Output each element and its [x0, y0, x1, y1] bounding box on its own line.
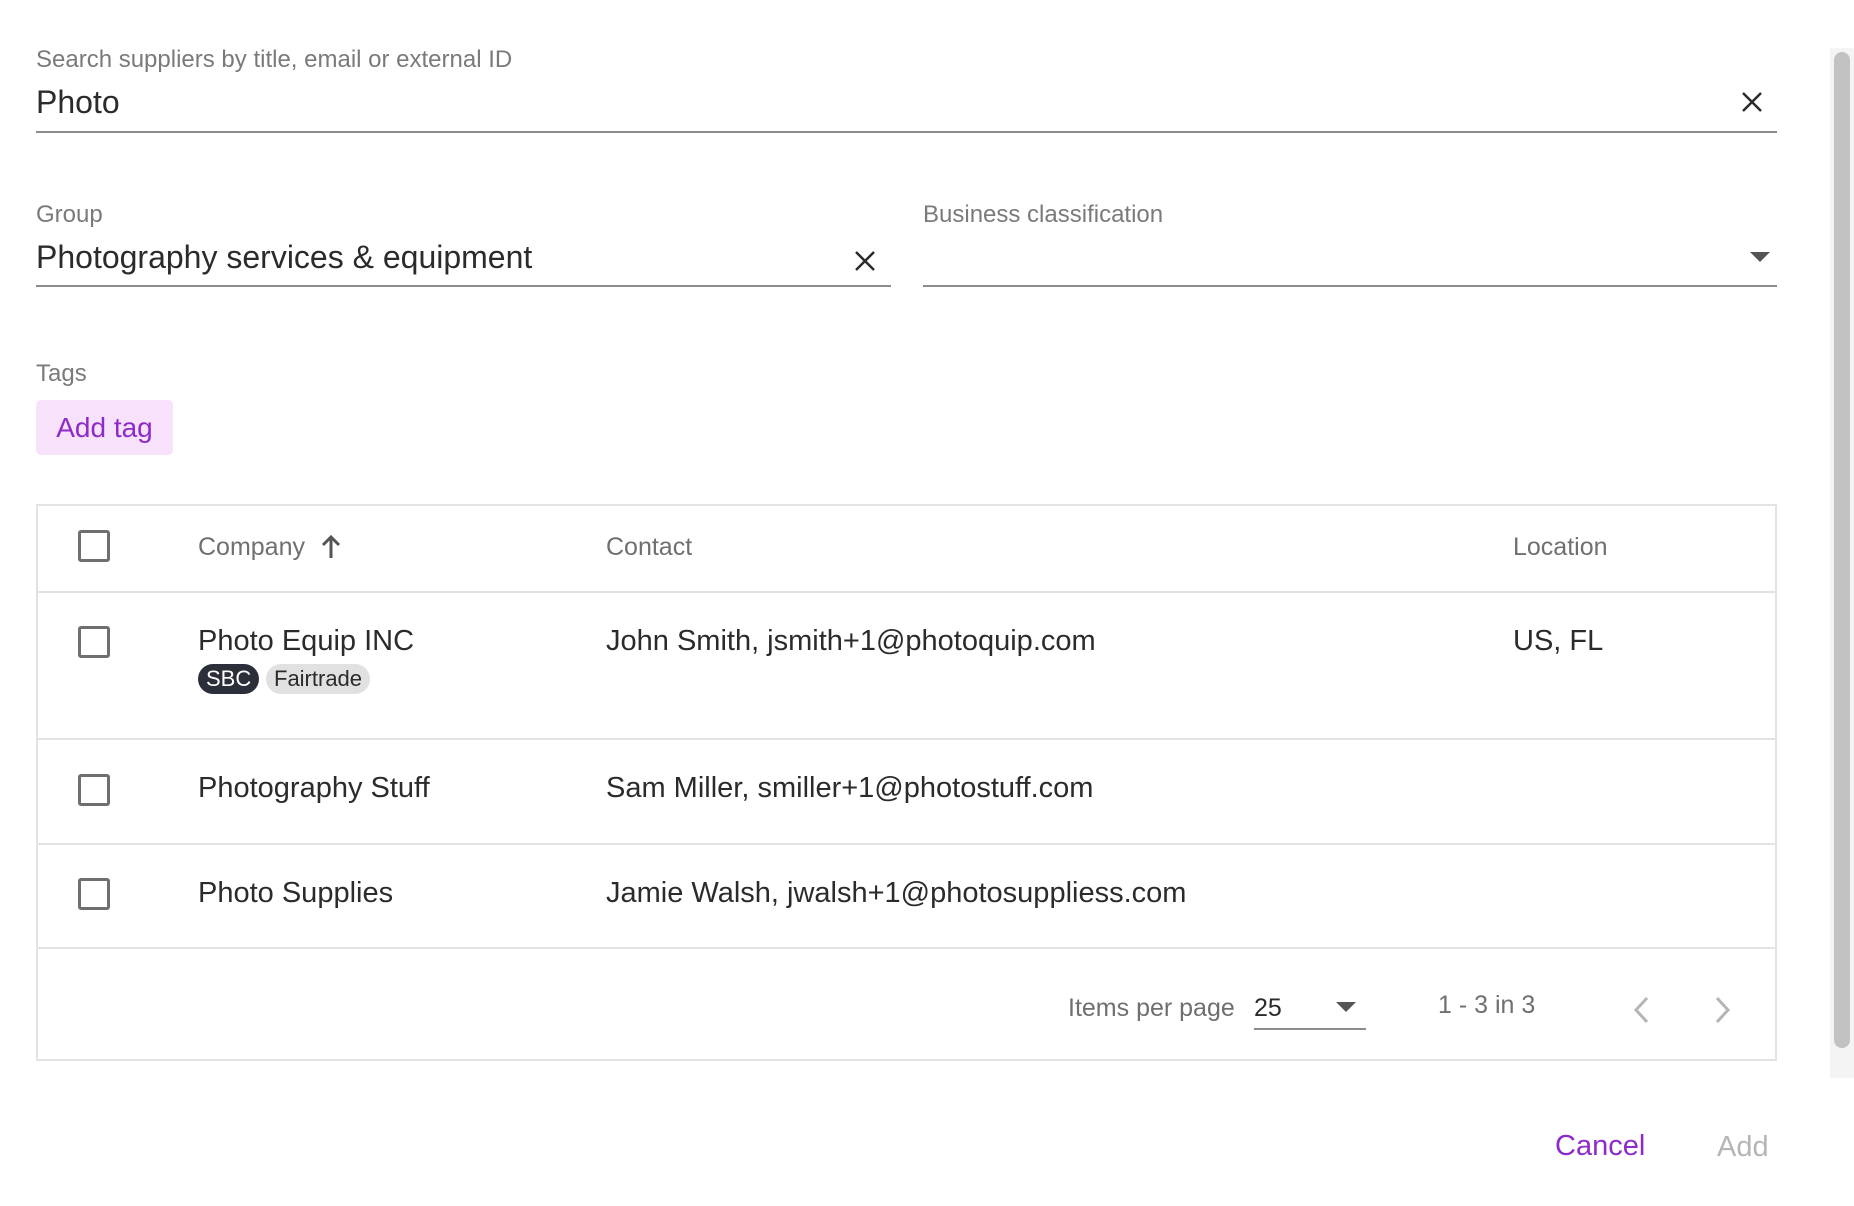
header-divider: [38, 591, 1775, 593]
company-name: Photo Supplies: [198, 877, 394, 909]
add-button[interactable]: Add: [1717, 1131, 1769, 1164]
pagination-range: 1 - 3 in 3: [1438, 991, 1536, 1019]
row-checkbox[interactable]: [78, 626, 110, 658]
items-per-page-select[interactable]: 25: [1254, 994, 1282, 1023]
search-underline: [36, 131, 1777, 133]
next-page-icon[interactable]: [1702, 990, 1742, 1030]
group-underline: [36, 285, 891, 287]
contact-column-header: Contact: [606, 533, 693, 561]
cancel-button[interactable]: Cancel: [1555, 1130, 1645, 1163]
sort-ascending-icon[interactable]: [320, 534, 342, 560]
row-checkbox[interactable]: [78, 878, 110, 910]
row-checkbox[interactable]: [78, 774, 110, 806]
chevron-down-icon[interactable]: [1336, 1002, 1356, 1012]
business-classification-label: Business classification: [923, 201, 1164, 228]
company-column-header[interactable]: Company: [198, 533, 305, 562]
location-column-header: Location: [1513, 533, 1608, 561]
contact-info: John Smith, jsmith+1@photoquip.com: [606, 625, 1096, 657]
tags-label: Tags: [36, 360, 87, 387]
group-select[interactable]: Photography services & equipment: [36, 239, 532, 276]
contact-info: Sam Miller, smiller+1@photostuff.com: [606, 772, 1094, 804]
search-input[interactable]: Photo: [36, 84, 120, 121]
group-label: Group: [36, 201, 103, 228]
scrollbar-thumb[interactable]: [1834, 52, 1850, 1048]
clear-search-icon[interactable]: [1732, 82, 1772, 122]
previous-page-icon[interactable]: [1622, 990, 1662, 1030]
clear-group-icon[interactable]: [845, 241, 885, 281]
company-name: Photography Stuff: [198, 772, 430, 804]
fairtrade-badge: Fairtrade: [266, 664, 371, 694]
select-all-checkbox[interactable]: [78, 530, 110, 562]
row-divider: [38, 947, 1775, 949]
sbc-badge: SBC: [198, 664, 260, 694]
contact-info: Jamie Walsh, jwalsh+1@photosuppliess.com: [606, 877, 1187, 909]
business-classification-underline: [923, 285, 1777, 287]
search-label: Search suppliers by title, email or exte…: [36, 46, 513, 73]
row-divider: [38, 843, 1775, 845]
location-value: US, FL: [1513, 625, 1604, 657]
row-divider: [38, 738, 1775, 740]
company-name: Photo Equip INC: [198, 625, 415, 657]
items-per-page-label: Items per page: [1068, 994, 1235, 1022]
suppliers-table: Company Contact Location Photo Equip INC…: [36, 504, 1777, 1061]
chevron-down-icon[interactable]: [1750, 252, 1770, 262]
items-per-page-underline: [1254, 1028, 1366, 1030]
business-classification-select[interactable]: [923, 239, 1743, 279]
add-tag-button[interactable]: Add tag: [36, 400, 173, 455]
